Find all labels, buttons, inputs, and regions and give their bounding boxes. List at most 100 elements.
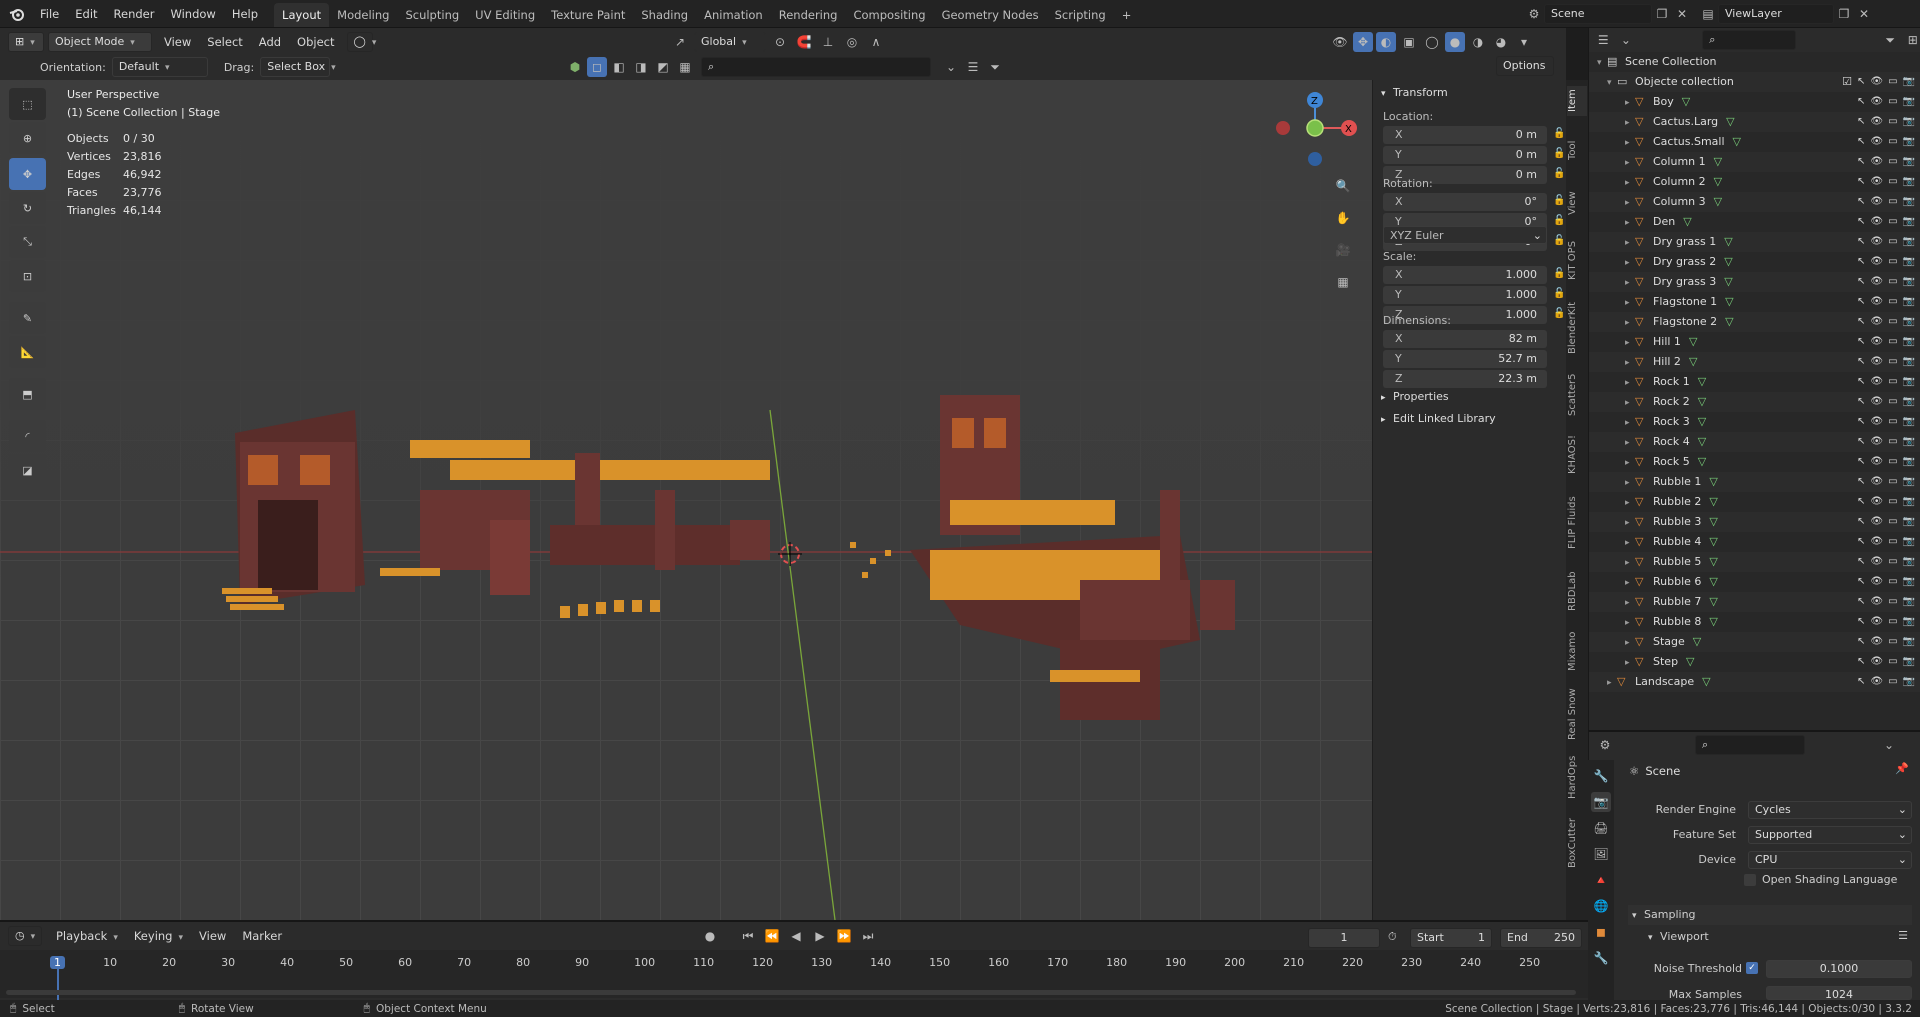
outliner-item-cactus-larg[interactable]: ▸ ▽ Cactus.Larg ▽ ↖ 👁 ▭ 📷 bbox=[1589, 112, 1920, 132]
mesh-data-icon[interactable]: ▽ bbox=[1682, 92, 1690, 112]
lock-icon[interactable]: 🔓 bbox=[1553, 148, 1565, 159]
tab-geometry-nodes[interactable]: Geometry Nodes bbox=[934, 3, 1047, 27]
properties-editor-icon[interactable]: ⚙ bbox=[1595, 735, 1615, 755]
mesh-data-icon[interactable]: ▽ bbox=[1724, 252, 1732, 272]
outliner-item-rock-1[interactable]: ▸ ▽ Rock 1 ▽ ↖ 👁 ▭ 📷 bbox=[1589, 372, 1920, 392]
feature-set-dropdown[interactable]: Supported ⌄ bbox=[1748, 826, 1912, 844]
sidebar-tab-blenderkit[interactable]: BlenderKit bbox=[1567, 298, 1587, 358]
sidebar-tab-khaos-[interactable]: KHAOS! bbox=[1567, 432, 1587, 478]
chevron-right-icon[interactable]: ▸ bbox=[1625, 453, 1635, 473]
select-toggle-icon[interactable]: ↖ bbox=[1857, 152, 1865, 172]
render-camera-icon[interactable]: 📷 bbox=[1903, 452, 1915, 472]
osl-checkbox[interactable] bbox=[1744, 873, 1756, 886]
options-button[interactable]: Options bbox=[1496, 56, 1554, 76]
outliner-item-rubble-7[interactable]: ▸ ▽ Rubble 7 ▽ ↖ 👁 ▭ 📷 bbox=[1589, 592, 1920, 612]
device-dropdown[interactable]: CPU ⌄ bbox=[1748, 851, 1912, 869]
world-tab-icon[interactable]: 🌐 bbox=[1591, 896, 1611, 916]
render-camera-icon[interactable]: 📷 bbox=[1903, 112, 1915, 132]
viewport-display-icon[interactable]: ▭ bbox=[1888, 512, 1897, 532]
sidebar-tab-flip-fluids[interactable]: FLIP Fluids bbox=[1567, 492, 1587, 554]
sidebar-tab-boxcutter[interactable]: BoxCutter bbox=[1567, 814, 1587, 872]
eye-icon[interactable]: 👁 bbox=[1870, 552, 1883, 572]
osl-checkbox-row[interactable]: Open Shading Language bbox=[1744, 873, 1897, 886]
eye-icon[interactable]: 👁 bbox=[1870, 372, 1883, 392]
location-x-field[interactable]: X 0 m bbox=[1383, 126, 1547, 144]
mesh-data-icon[interactable]: ▽ bbox=[1698, 392, 1706, 412]
render-camera-icon[interactable]: 📷 bbox=[1903, 272, 1915, 292]
eye-icon[interactable]: 👁 bbox=[1870, 572, 1883, 592]
zoom-icon[interactable]: 🔍 bbox=[1329, 172, 1357, 200]
mesh-data-icon[interactable]: ▽ bbox=[1693, 632, 1701, 652]
viewport-display-icon[interactable]: ▭ bbox=[1888, 672, 1897, 692]
mesh-data-icon[interactable]: ▽ bbox=[1714, 172, 1722, 192]
outliner-objecte-collection[interactable]: ▾ ▭ Objecte collection ☑ ↖ 👁 ▭ 📷 bbox=[1589, 72, 1920, 92]
outliner-item-cactus-small[interactable]: ▸ ▽ Cactus.Small ▽ ↖ 👁 ▭ 📷 bbox=[1589, 132, 1920, 152]
mesh-data-icon[interactable]: ▽ bbox=[1683, 212, 1691, 232]
object-tab-icon[interactable]: ◼ bbox=[1591, 922, 1611, 942]
outliner-item-column-2[interactable]: ▸ ▽ Column 2 ▽ ↖ 👁 ▭ 📷 bbox=[1589, 172, 1920, 192]
new-scene-icon[interactable]: ❐ bbox=[1652, 4, 1672, 24]
viewport-display-icon[interactable]: ▭ bbox=[1888, 112, 1897, 132]
select-invert-icon[interactable]: ◩ bbox=[653, 57, 673, 77]
rendered-shading-icon[interactable]: ◕ bbox=[1491, 32, 1511, 52]
eye-icon[interactable]: 👁 bbox=[1870, 232, 1883, 252]
select-toggle-icon[interactable]: ↖ bbox=[1857, 112, 1865, 132]
tab-layout[interactable]: Layout bbox=[274, 2, 330, 27]
outliner-item-boy[interactable]: ▸ ▽ Boy ▽ ↖ 👁 ▭ 📷 bbox=[1589, 92, 1920, 112]
chevron-down-icon[interactable]: ▾ bbox=[1597, 53, 1607, 73]
tool-tab-icon[interactable]: 🔧 bbox=[1591, 766, 1611, 786]
render-camera-icon[interactable]: 📷 bbox=[1903, 252, 1915, 272]
cursor-tool-button[interactable]: ⊕ bbox=[9, 122, 46, 154]
noise-threshold-field[interactable]: 0.1000 bbox=[1766, 960, 1912, 978]
menu-render[interactable]: Render bbox=[106, 0, 163, 28]
viewport-display-icon[interactable]: ▭ bbox=[1888, 172, 1897, 192]
object-type-dropdown[interactable]: ◯ bbox=[346, 32, 373, 52]
tab-sculpting[interactable]: Sculpting bbox=[397, 3, 467, 27]
mesh-data-icon[interactable]: ▽ bbox=[1733, 132, 1741, 152]
viewport-display-icon[interactable]: ▭ bbox=[1888, 132, 1897, 152]
outliner-filter-icon[interactable]: ⏷ bbox=[1882, 30, 1899, 50]
mesh-data-icon[interactable]: ▽ bbox=[1709, 572, 1717, 592]
menu-window[interactable]: Window bbox=[162, 0, 223, 28]
edit-linked-subpanel[interactable]: ▸ Edit Linked Library bbox=[1381, 412, 1496, 425]
render-camera-icon[interactable]: 📷 bbox=[1903, 552, 1915, 572]
falloff-icon[interactable]: ∧ bbox=[866, 32, 886, 52]
render-camera-icon[interactable]: 📷 bbox=[1903, 332, 1915, 352]
outliner-item-step[interactable]: ▸ ▽ Step ▽ ↖ 👁 ▭ 📷 bbox=[1589, 652, 1920, 672]
render-camera-icon[interactable]: 📷 bbox=[1903, 472, 1915, 492]
overlay-toggle-icon[interactable]: ◐ bbox=[1376, 32, 1396, 52]
sidebar-tab-rbdlab[interactable]: RBDLab bbox=[1567, 568, 1587, 614]
viewport-display-icon[interactable]: ▭ bbox=[1888, 252, 1897, 272]
scale-tool-button[interactable]: ⤡ bbox=[9, 226, 46, 258]
menu-edit[interactable]: Edit bbox=[67, 0, 105, 28]
outliner-item-stage[interactable]: ▸ ▽ Stage ▽ ↖ 👁 ▭ 📷 bbox=[1589, 632, 1920, 652]
chevron-right-icon[interactable]: ▸ bbox=[1625, 593, 1635, 613]
move-tool-button[interactable]: ✥ bbox=[9, 158, 46, 190]
mesh-data-icon[interactable]: ▽ bbox=[1724, 272, 1732, 292]
viewport-display-icon[interactable]: ▭ bbox=[1888, 72, 1897, 92]
select-toggle-icon[interactable]: ↖ bbox=[1857, 612, 1865, 632]
noise-threshold-checkbox[interactable]: ✓ bbox=[1746, 962, 1758, 974]
output-tab-icon[interactable]: 🖨 bbox=[1591, 818, 1611, 838]
mesh-data-icon[interactable]: ▽ bbox=[1709, 612, 1717, 632]
sidebar-tab-hardops[interactable]: HardOps bbox=[1567, 754, 1587, 800]
render-camera-icon[interactable]: 📷 bbox=[1903, 152, 1915, 172]
tab-shading[interactable]: Shading bbox=[633, 3, 696, 27]
select-toggle-icon[interactable]: ↖ bbox=[1857, 652, 1865, 672]
display-mode-icon[interactable]: ⌄ bbox=[1618, 30, 1635, 50]
pan-hand-icon[interactable]: ✋ bbox=[1329, 204, 1357, 232]
tab-compositing[interactable]: Compositing bbox=[845, 3, 933, 27]
render-camera-icon[interactable]: 📷 bbox=[1903, 392, 1915, 412]
properties-subpanel[interactable]: ▸ Properties bbox=[1381, 390, 1449, 403]
select-toggle-icon[interactable]: ↖ bbox=[1857, 72, 1865, 92]
view-layer-tab-icon[interactable]: 🖼 bbox=[1591, 844, 1611, 864]
max-samples-field[interactable]: 1024 bbox=[1766, 986, 1912, 1000]
end-frame-field[interactable]: End 250 bbox=[1500, 928, 1582, 948]
jump-end-icon[interactable]: ⏭ bbox=[858, 926, 878, 946]
extra-tool-1-button[interactable]: ◜ bbox=[9, 420, 46, 452]
eye-icon[interactable]: 👁 bbox=[1870, 112, 1883, 132]
extra-tool-2-button[interactable]: ◪ bbox=[9, 454, 46, 486]
scene-icon[interactable]: ⚙ bbox=[1524, 4, 1544, 24]
mesh-data-icon[interactable]: ▽ bbox=[1698, 372, 1706, 392]
lock-icon[interactable]: 🔓 bbox=[1553, 235, 1565, 246]
